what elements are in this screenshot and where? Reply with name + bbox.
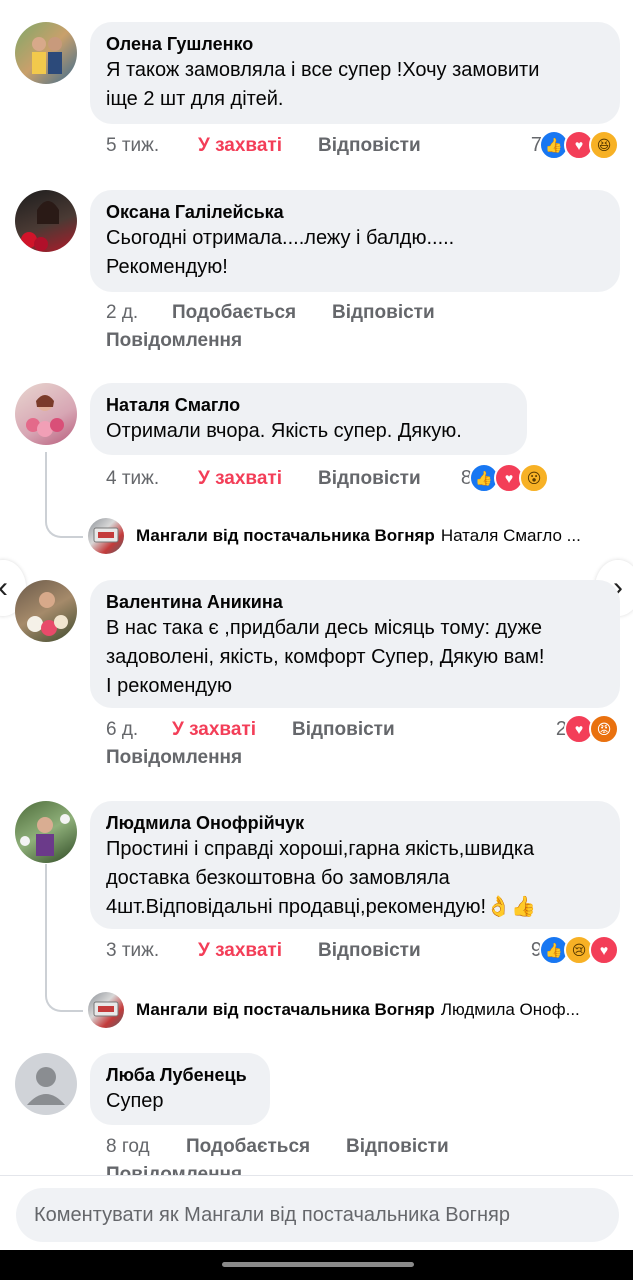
comment-time[interactable]: 6 д.: [106, 719, 172, 741]
comment-text: Супер: [106, 1090, 164, 1112]
love-reaction-icon: ♥: [589, 935, 619, 965]
reply-button[interactable]: Відповісти: [318, 468, 421, 490]
haha-reaction-icon: 😆: [589, 130, 619, 160]
comment-composer-bar: Коментувати як Мангали від постачальника…: [0, 1175, 633, 1251]
comment-author[interactable]: Олена Гушленко: [106, 32, 604, 56]
comment-time[interactable]: 2 д.: [106, 302, 172, 324]
comment-bubble: Люба Лубенець Супер: [90, 1053, 270, 1125]
reply-button[interactable]: Відповісти: [292, 719, 395, 741]
comment-text: Простині і справді хороші,гарна якість,ш…: [106, 838, 536, 918]
avatar[interactable]: [15, 383, 77, 445]
comment-input[interactable]: Коментувати як Мангали від постачальника…: [16, 1188, 619, 1242]
message-button[interactable]: Повідомлення: [106, 747, 242, 769]
like-button[interactable]: Подобається: [172, 302, 332, 324]
avatar[interactable]: [15, 580, 77, 642]
wow-reaction-icon: 😮: [519, 463, 549, 493]
reply-button[interactable]: Відповісти: [332, 302, 435, 324]
reaction-button[interactable]: У захваті: [198, 940, 318, 962]
comment-actions: 4 тиж. У захваті Відповісти: [106, 468, 421, 490]
thread-line: [45, 452, 47, 514]
thread-line: [45, 864, 47, 988]
reply-author: Мангали від постачальника Вогняр: [136, 1000, 435, 1019]
comment-actions: 6 д. У захваті Відповісти: [106, 719, 395, 741]
page-avatar: [88, 518, 124, 554]
comment-bubble: Наталя Смагло Отримали вчора. Якість суп…: [90, 383, 527, 455]
comment-bubble: Валентина Аникина В нас така є ,придбали…: [90, 580, 620, 708]
reaction-summary[interactable]: 9 👍 😢 ♥: [531, 935, 619, 965]
reply-text: Людмила Оноф...: [440, 1000, 580, 1019]
comment-time[interactable]: 4 тиж.: [106, 468, 198, 490]
avatar[interactable]: [15, 1053, 77, 1115]
comment-bubble: Людмила Онофрійчук Простині і справді хо…: [90, 801, 620, 929]
comment-time[interactable]: 3 тиж.: [106, 940, 198, 962]
avatar[interactable]: [15, 190, 77, 252]
thread-connector: [45, 514, 83, 538]
avatar[interactable]: [15, 801, 77, 863]
comment-text: В нас така є ,придбали десь місяць тому:…: [106, 617, 545, 697]
comment-author[interactable]: Валентина Аникина: [106, 590, 604, 614]
reply-button[interactable]: Відповісти: [346, 1136, 449, 1158]
chevron-left-icon: ‹: [0, 571, 8, 605]
comment-text: Сьогодні отримала....лежу і балдю..... Р…: [106, 227, 455, 278]
reaction-summary[interactable]: 7 👍 ♥ 😆: [531, 130, 619, 160]
comment-text: Отримали вчора. Якість супер. Дякую.: [106, 420, 462, 442]
comment-bubble: Олена Гушленко Я також замовляла і все с…: [90, 22, 620, 124]
comment-bubble: Оксана Галілейська Сьогодні отримала....…: [90, 190, 620, 292]
comment-author[interactable]: Люба Лубенець: [106, 1063, 254, 1087]
comment-author[interactable]: Оксана Галілейська: [106, 200, 604, 224]
reply-preview[interactable]: Мангали від постачальника Вогняр Наталя …: [88, 516, 581, 556]
comment-actions: 8 год Подобається Відповісти: [106, 1136, 449, 1158]
comment-author[interactable]: Наталя Смагло: [106, 393, 511, 417]
reply-button[interactable]: Відповісти: [318, 940, 421, 962]
reaction-summary[interactable]: 2 ♥ 😡: [556, 714, 619, 744]
comment-actions: 2 д. Подобається Відповісти: [106, 302, 435, 324]
message-button[interactable]: Повідомлення: [106, 330, 242, 352]
comment-actions: 5 тиж. У захваті Відповісти: [106, 135, 421, 157]
reply-button[interactable]: Відповісти: [318, 135, 421, 157]
reply-preview[interactable]: Мангали від постачальника Вогняр Людмила…: [88, 990, 580, 1030]
home-indicator[interactable]: [222, 1262, 414, 1267]
comment-time[interactable]: 8 год: [106, 1136, 186, 1158]
like-button[interactable]: Подобається: [186, 1136, 346, 1158]
reaction-button[interactable]: У захваті: [198, 135, 318, 157]
comment-text: Я також замовляла і все супер !Хочу замо…: [106, 59, 540, 110]
reply-author: Мангали від постачальника Вогняр: [136, 526, 435, 545]
reply-text: Наталя Смагло ...: [440, 526, 581, 545]
reaction-summary[interactable]: 8 👍 ♥ 😮: [461, 463, 549, 493]
avatar[interactable]: [15, 22, 77, 84]
thread-connector: [45, 988, 83, 1012]
comment-author[interactable]: Людмила Онофрійчук: [106, 811, 604, 835]
reaction-button[interactable]: У захваті: [172, 719, 292, 741]
comment-time[interactable]: 5 тиж.: [106, 135, 198, 157]
comment-actions: 3 тиж. У захваті Відповісти: [106, 940, 421, 962]
angry-reaction-icon: 😡: [589, 714, 619, 744]
reaction-button[interactable]: У захваті: [198, 468, 318, 490]
page-avatar: [88, 992, 124, 1028]
